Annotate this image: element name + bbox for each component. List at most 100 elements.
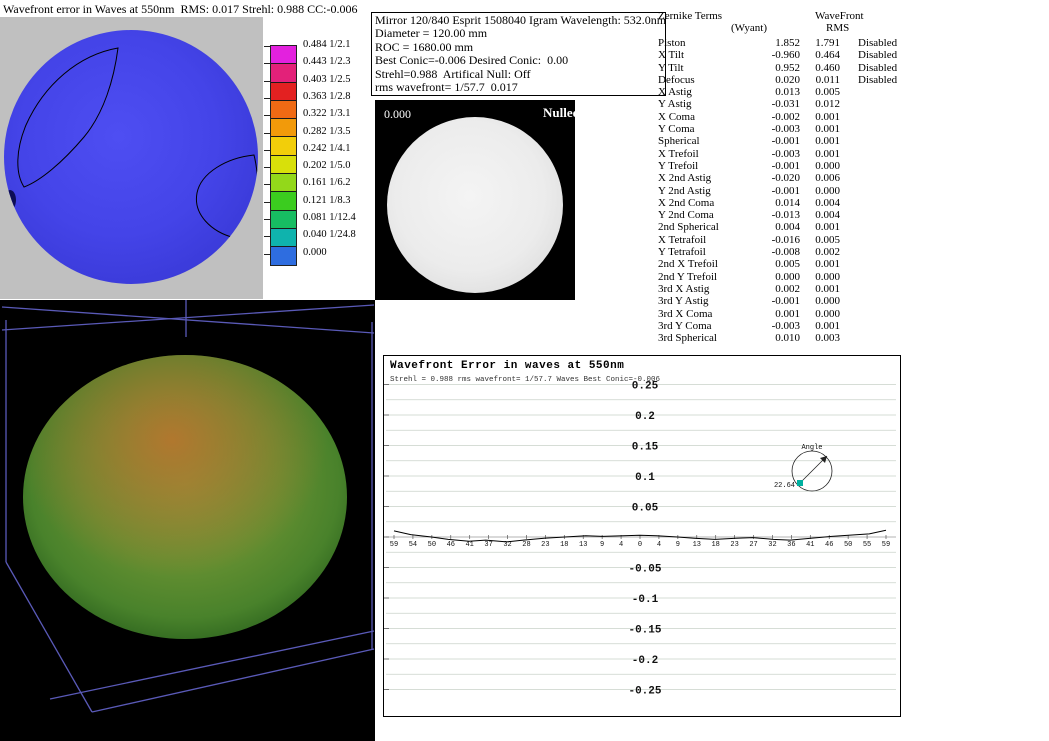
zernike-gap [840,308,858,320]
zernike-term: 3rd Y Astig [658,295,754,307]
zernike-term: X Tetrafoil [658,234,754,246]
zernike-gap [840,258,858,270]
zernike-wyant: -0.001 [754,135,800,147]
scale-segment [271,228,296,246]
zernike-wyant: 0.000 [754,271,800,283]
scale-tick [264,236,270,237]
zernike-row[interactable]: 3rd Spherical0.0100.003 [658,332,958,344]
scale-tick [264,219,270,220]
zernike-row[interactable]: X Astig0.0130.005 [658,86,958,98]
zernike-row[interactable]: 3rd X Astig0.0020.001 [658,283,958,295]
zernike-row[interactable]: X Coma-0.0020.001 [658,111,958,123]
zernike-term: Y Tilt [658,62,754,74]
wavefront-contour-map[interactable] [0,17,263,299]
zernike-term: Y Trefoil [658,160,754,172]
null-interferogram-panel[interactable]: 0.000 Nulled [375,100,575,300]
scale-label: 0.081 1/12.4 [303,212,356,223]
zernike-rms: 0.001 [800,221,840,233]
zernike-term: Defocus [658,74,754,86]
zernike-row[interactable]: Defocus0.0200.011Disabled [658,74,958,86]
measurement-info-box: Mirror 120/840 Esprit 1508040 Igram Wave… [371,12,666,96]
zernike-row[interactable]: Y 2nd Astig-0.0010.000 [658,185,958,197]
zernike-wyant: 0.952 [754,62,800,74]
zernike-rms: 0.001 [800,111,840,123]
wavefront-disc [4,30,258,284]
zernike-rms: 0.012 [800,98,840,110]
zernike-row[interactable]: X 2nd Coma0.0140.004 [658,197,958,209]
zernike-row[interactable]: X Trefoil-0.0030.001 [658,148,958,160]
color-scale-legend: 0.484 1/2.10.443 1/2.30.403 1/2.50.363 1… [270,45,380,270]
zernike-rms: 0.004 [800,197,840,209]
zernike-row[interactable]: Piston1.8521.791Disabled [658,37,958,49]
zernike-wyant: -0.003 [754,123,800,135]
zernike-term: Y 2nd Astig [658,185,754,197]
zernike-wyant: -0.001 [754,185,800,197]
x-axis-label: 46 [825,541,833,549]
zernike-status [858,86,958,98]
y-axis-label: -0.1 [632,594,659,606]
zernike-status [858,135,958,147]
zernike-status [858,271,958,283]
zernike-rms: 0.005 [800,86,840,98]
zernike-status [858,172,958,184]
x-axis-label: 23 [541,541,549,549]
zernike-row[interactable]: Y Tilt0.9520.460Disabled [658,62,958,74]
zernike-status [858,123,958,135]
zernike-gap [840,185,858,197]
zernike-row[interactable]: 3rd Y Coma-0.0030.001 [658,320,958,332]
zernike-row[interactable]: 3rd Y Astig-0.0010.000 [658,295,958,307]
zernike-row[interactable]: X Tilt-0.9600.464Disabled [658,49,958,61]
zernike-rms: 0.000 [800,160,840,172]
scale-label: 0.322 1/3.1 [303,108,351,119]
zernike-term: 2nd Y Trefoil [658,271,754,283]
zernike-row[interactable]: Y Tetrafoil-0.0080.002 [658,246,958,258]
profile-plot-panel[interactable]: 0.250.20.150.10.05-0.05-0.1-0.15-0.2-0.2… [383,355,901,717]
zernike-gap [840,62,858,74]
scale-segment [271,46,296,63]
zernike-row[interactable]: 2nd Y Trefoil0.0000.000 [658,271,958,283]
zernike-terms-table: Zernike Terms WaveFront (Wyant) RMS Pist… [658,10,958,350]
zernike-row[interactable]: X 2nd Astig-0.0200.006 [658,172,958,184]
profile-plot-subtitle: Strehl = 0.988 rms wavefront= 1/57.7 Wav… [390,376,660,384]
profile-plot-canvas: 0.250.20.150.10.05-0.05-0.1-0.15-0.2-0.2… [384,356,898,714]
scale-label: 0.363 1/2.8 [303,91,351,102]
zernike-wyant: -0.008 [754,246,800,258]
zernike-status [858,148,958,160]
zernike-gap [840,123,858,135]
zernike-col-rms: RMS [826,22,849,34]
zernike-status [858,308,958,320]
zernike-term: 3rd Spherical [658,332,754,344]
zernike-row[interactable]: 3rd X Coma0.0010.000 [658,308,958,320]
zernike-term: Y 2nd Coma [658,209,754,221]
scale-label: 0.242 1/4.1 [303,143,351,154]
zernike-gap [840,160,858,172]
wavefront-analysis-window: Wavefront error in Waves at 550nm RMS: 0… [0,0,1049,741]
zernike-row[interactable]: Spherical-0.0010.001 [658,135,958,147]
zernike-gap [840,271,858,283]
zernike-gap [840,37,858,49]
zernike-row[interactable]: Y 2nd Coma-0.0130.004 [658,209,958,221]
zernike-rms: 0.003 [800,332,840,344]
zernike-row[interactable]: 2nd X Trefoil0.0050.001 [658,258,958,270]
zernike-term: 3rd Y Coma [658,320,754,332]
surface-3d-view[interactable] [0,300,375,741]
zernike-wyant: 0.014 [754,197,800,209]
color-scale-bar [270,45,297,266]
y-axis-label: -0.25 [628,686,661,698]
zernike-row[interactable]: Y Astig-0.0310.012 [658,98,958,110]
y-axis-label: 0.2 [635,411,655,423]
zernike-gap [840,148,858,160]
zernike-row[interactable]: Y Coma-0.0030.001 [658,123,958,135]
zernike-row[interactable]: 2nd Spherical0.0040.001 [658,221,958,233]
x-axis-label: 41 [806,541,814,549]
zernike-status [858,98,958,110]
zernike-row[interactable]: X Tetrafoil-0.0160.005 [658,234,958,246]
scale-segment [271,100,296,118]
zernike-title: Zernike Terms [658,10,722,22]
y-axis-label: -0.15 [628,625,661,637]
interferogram-disc [387,117,563,293]
zernike-row[interactable]: Y Trefoil-0.0010.000 [658,160,958,172]
zernike-wyant: -0.002 [754,111,800,123]
scale-label: 0.202 1/5.0 [303,160,351,171]
scale-label: 0.443 1/2.3 [303,56,351,67]
